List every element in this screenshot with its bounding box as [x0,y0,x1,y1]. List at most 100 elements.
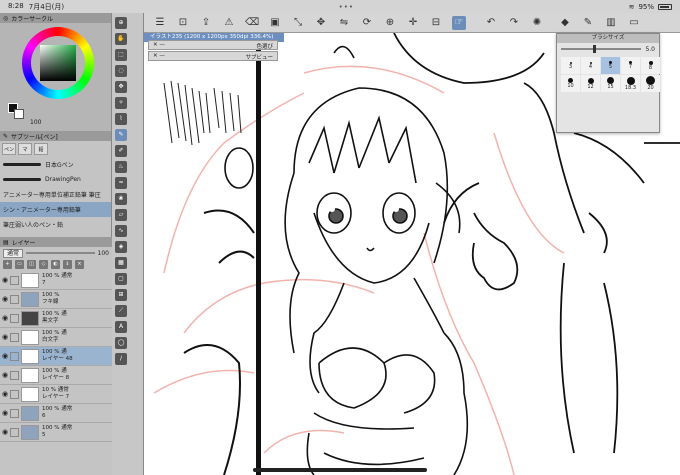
merge-icon[interactable]: ⇓ [63,260,72,269]
saturation-square[interactable] [40,45,76,81]
opacity-slider[interactable] [26,252,95,254]
brush-size-option[interactable]: 7 [621,57,640,74]
blend-mode-select[interactable]: 通常 [3,248,24,258]
subtool-item[interactable]: 日本Gペン [0,157,111,172]
new-icon[interactable]: ⊡ [176,16,190,30]
eye-icon[interactable]: ◉ [0,409,10,417]
brush-tool-icon[interactable]: ♨ [115,161,127,173]
settings-icon[interactable]: ✺ [530,16,544,30]
mask-icon[interactable]: ◐ [51,260,60,269]
brush-size-option[interactable]: 12 [581,75,600,92]
transform-icon[interactable]: ⤡ [291,16,305,30]
zoom-tool-icon[interactable]: ⊕ [115,17,127,29]
layer-row[interactable]: ◉ 100 % 通常 7 [0,271,112,290]
clip-icon[interactable]: ◫ [27,260,36,269]
eye-icon[interactable]: ◉ [0,295,10,303]
brush-size-option-selected[interactable]: 5 [601,57,620,74]
new-layer-icon[interactable]: + [3,260,12,269]
subtool-item-selected[interactable]: シン・アニメーター専用鉛筆 [0,202,111,217]
brush-size-option[interactable]: 10 [561,75,580,92]
brush-size-option[interactable]: 8 [641,57,660,74]
brush-size-slider[interactable]: 5.0 [557,43,659,55]
eye-icon[interactable]: ◉ [0,333,10,341]
pen-tab[interactable]: ペン [2,143,16,155]
figure-tool-icon[interactable]: ▢ [115,273,127,285]
brush-size-option[interactable]: 3 [561,57,580,74]
eye-icon[interactable]: ◉ [0,314,10,322]
fill-icon[interactable]: ▣ [268,16,282,30]
eye-icon[interactable]: ◉ [0,352,10,360]
redo-icon[interactable]: ↷ [507,16,521,30]
home-indicator[interactable] [253,468,427,472]
subtool-item[interactable]: アニメーター専用単位補正鉛筆 筆圧 [0,187,111,202]
lock-icon[interactable] [10,313,19,323]
slider-knob[interactable] [593,45,597,53]
zoom-icon[interactable]: ⊕ [383,16,397,30]
eraser-tool-icon[interactable]: ▱ [115,209,127,221]
layer-row[interactable]: ◉ 100 % 通 白文字 [0,328,112,347]
close-icon[interactable]: ✕ — [153,53,165,59]
pen-tool-icon[interactable]: ✎ [115,129,127,141]
hand-tool-icon[interactable]: ✋ [115,33,127,45]
undo-icon[interactable]: ↶ [484,16,498,30]
hand-icon[interactable]: ✛ [406,16,420,30]
clear-icon[interactable]: ⌫ [245,16,259,30]
lock-icon[interactable] [10,408,19,418]
lock-icon[interactable] [10,275,19,285]
bucket-icon[interactable]: ◆ [558,16,572,30]
menu-icon[interactable]: ☰ [153,16,167,30]
subtool-item[interactable]: 筆圧弱い人のペン・鉛 [0,217,111,232]
wand-tool-icon[interactable]: ✧ [115,97,127,109]
layer-row[interactable]: ◉ 100 % 通常 6 [0,404,112,423]
select-active-icon[interactable]: ☞ [452,15,466,30]
eye-icon[interactable]: ◉ [0,276,10,284]
brush-size-value[interactable]: 5.0 [645,46,655,53]
sub-view-panel[interactable]: ✕ — サブビュー [148,51,278,61]
blend-tool-icon[interactable]: ∿ [115,225,127,237]
new-folder-icon[interactable]: ▭ [15,260,24,269]
layer-row[interactable]: ◉ 100 % 通常 5 [0,423,112,442]
subtool-item[interactable]: DrawingPen [0,172,111,187]
multitask-dots[interactable]: ••• [339,3,354,11]
ref-icon[interactable]: ◇ [39,260,48,269]
eyedropper-tool-icon[interactable]: ⌇ [115,113,127,125]
marker-tab[interactable]: マ [18,143,32,155]
warning-icon[interactable]: ⚠ [222,16,236,30]
lock-icon[interactable] [10,389,19,399]
color-set-panel[interactable]: ✕ — 色選び [148,40,278,50]
sub-color-swatch[interactable] [14,109,24,119]
lasso-tool-icon[interactable]: ◌ [115,65,127,77]
opacity-value[interactable]: 100 [98,250,109,257]
brush-size-option[interactable]: 18.3 [621,75,640,92]
move-tool-icon[interactable]: ✥ [115,81,127,93]
pencil-tool-icon[interactable]: ✐ [115,145,127,157]
flip-icon[interactable]: ⇋ [337,16,351,30]
brush-size-option[interactable]: 4 [581,57,600,74]
line-tool-icon[interactable]: ∕ [115,353,127,365]
layer-row[interactable]: ◉ 10 % 通常 レイヤー 7 [0,385,112,404]
layer-row[interactable]: ◉ 100 % フキ線 [0,290,112,309]
eye-icon[interactable]: ◉ [0,390,10,398]
share-icon[interactable]: ⇪ [199,16,213,30]
select-tool-icon[interactable]: ⬚ [115,49,127,61]
layer-row-selected[interactable]: ◉ 100 % 通 レイヤー 48 [0,347,112,366]
pencil-tab[interactable]: 鉛 [34,143,48,155]
move-icon[interactable]: ✥ [314,16,328,30]
layer-row[interactable]: ◉ 100 % 通 黒文字 [0,309,112,328]
tablet-icon[interactable]: ▭ [627,16,641,30]
balloon-tool-icon[interactable]: ◯ [115,337,127,349]
lock-icon[interactable] [10,427,19,437]
frame-tool-icon[interactable]: ⊞ [115,289,127,301]
lock-icon[interactable] [10,294,19,304]
slider-track[interactable] [561,45,642,53]
pen-lock-icon[interactable] [10,351,19,361]
fill-tool-icon[interactable]: ◈ [115,241,127,253]
gradient-tool-icon[interactable]: ▦ [115,257,127,269]
brush-size-option[interactable]: 15 [601,75,620,92]
ruler-tool-icon[interactable]: ⟋ [115,305,127,317]
delete-icon[interactable]: × [75,260,84,269]
close-icon[interactable]: ✕ — [153,42,165,48]
fit-icon[interactable]: ⊟ [429,16,443,30]
lock-icon[interactable] [10,370,19,380]
brush-size-option[interactable]: 20 [641,75,660,92]
